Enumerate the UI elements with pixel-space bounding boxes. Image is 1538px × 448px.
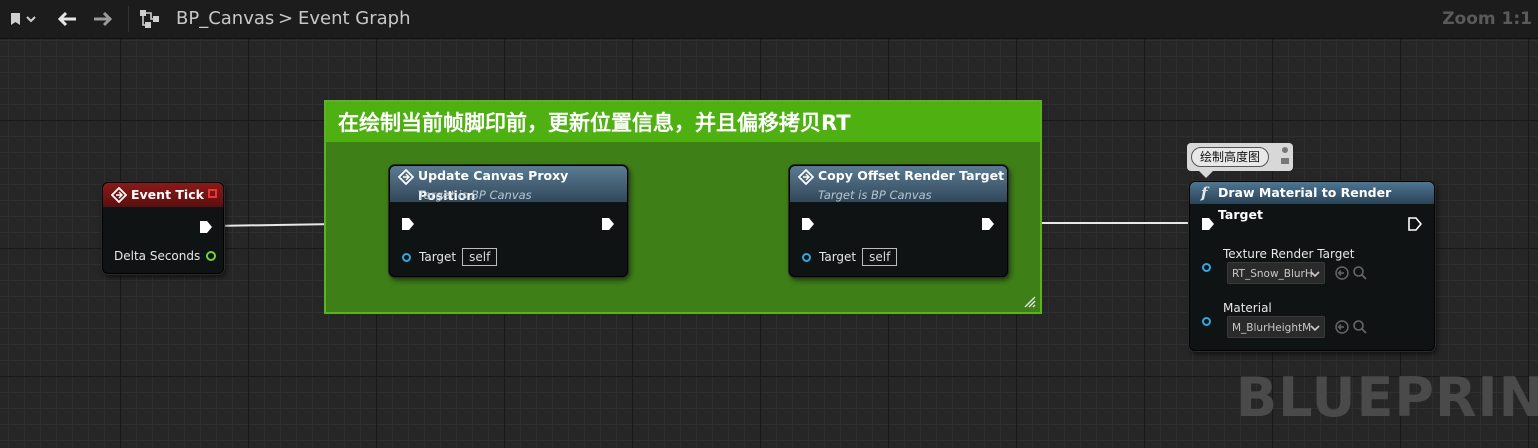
event-tick-title: Event Tick [131,187,204,202]
exec-out-pin-icon[interactable] [1408,217,1422,231]
material-label: Material [1223,301,1272,315]
reset-arrow-icon[interactable] [1334,319,1350,335]
pin-comment-icon[interactable] [1279,146,1291,166]
exec-out-pin-icon[interactable] [981,217,995,231]
event-tick-header: Event Tick [103,183,223,207]
chevron-down-icon [1310,325,1320,332]
update-canvas-node[interactable]: Update Canvas Proxy Position Target is B… [389,165,628,277]
graph-toolbar: BP_Canvas > Event Graph Zoom 1:1 [0,0,1538,39]
blueprint-watermark: BLUEPRINT [1236,366,1538,429]
search-icon[interactable] [1352,265,1368,281]
graph-icon [136,0,164,38]
texture-render-target-label: Texture Render Target [1223,247,1355,261]
texture-render-target-value: RT_Snow_BlurH [1232,268,1313,280]
target-self-value: self [862,248,898,266]
node-comment-text: 绘制高度图 [1191,147,1270,167]
breadcrumb-page[interactable]: Event Graph [298,8,411,29]
bookmark-icon[interactable] [4,0,40,38]
reset-arrow-icon[interactable] [1334,265,1350,281]
float-pin-icon[interactable] [206,251,217,261]
breadcrumb-graph[interactable]: BP_Canvas [176,8,274,29]
breadcrumb-separator: > [278,8,294,29]
target-label: Target [419,250,457,264]
exec-in-pin-icon[interactable] [801,217,815,231]
forward-arrow-icon[interactable] [88,0,118,38]
material-label-row: Material [1223,301,1272,315]
target-label: Target [819,250,857,264]
exec-in-pin-icon[interactable] [401,217,415,231]
target-pin[interactable]: Target self [402,248,498,266]
back-arrow-icon[interactable] [52,0,82,38]
exec-out-pin-icon[interactable] [601,217,615,231]
copy-offset-title: Copy Offset Render Target [818,168,1005,183]
comment-title[interactable]: 在绘制当前帧脚印前，更新位置信息，并且偏移拷贝RT [326,102,1040,142]
object-pin-icon[interactable] [1202,263,1211,272]
copy-offset-subtitle: Target is BP Canvas [818,188,932,202]
update-canvas-subtitle: Target is BP Canvas [418,188,532,202]
draw-material-node[interactable]: f Draw Material to Render Target Texture… [1189,181,1435,351]
exec-in-pin-icon[interactable] [1201,217,1215,231]
material-value: M_BlurHeightM [1232,322,1312,334]
object-pin-icon[interactable] [402,252,411,262]
delta-seconds-label: Delta Seconds [114,249,201,263]
draw-material-header: f Draw Material to Render Target [1190,182,1434,222]
event-icon [111,187,127,203]
copy-offset-node[interactable]: Copy Offset Render Target Target is BP C… [789,165,1008,277]
update-canvas-header: Update Canvas Proxy Position Target is B… [390,166,627,203]
target-self-value: self [462,248,498,266]
toolbar-divider [128,6,129,32]
resize-grip-icon[interactable] [1024,296,1036,308]
object-pin-icon[interactable] [802,252,811,262]
texture-render-target-label-row: Texture Render Target [1223,247,1354,261]
material-dropdown[interactable]: M_BlurHeightM [1227,316,1325,338]
search-icon[interactable] [1352,319,1368,335]
bubble-tail [1199,171,1213,178]
draw-material-title: Draw Material to Render Target [1218,185,1392,222]
target-pin[interactable]: Target self [802,248,898,266]
delegate-pin-icon[interactable] [208,189,217,198]
exec-out-pin-icon[interactable] [199,220,213,234]
function-icon: f [1201,184,1208,202]
event-tick-node[interactable]: Event Tick Delta Seconds [102,182,224,274]
chevron-down-icon [1310,271,1320,278]
function-call-icon [798,169,814,185]
delta-seconds-pin[interactable]: Delta Seconds [114,249,217,263]
node-comment-bubble[interactable]: 绘制高度图 [1187,143,1293,178]
zoom-level: Zoom 1:1 [1442,9,1532,29]
texture-render-target-dropdown[interactable]: RT_Snow_BlurH [1227,262,1325,284]
copy-offset-header: Copy Offset Render Target Target is BP C… [790,166,1007,202]
function-call-icon [398,169,414,185]
object-pin-icon[interactable] [1202,317,1211,326]
